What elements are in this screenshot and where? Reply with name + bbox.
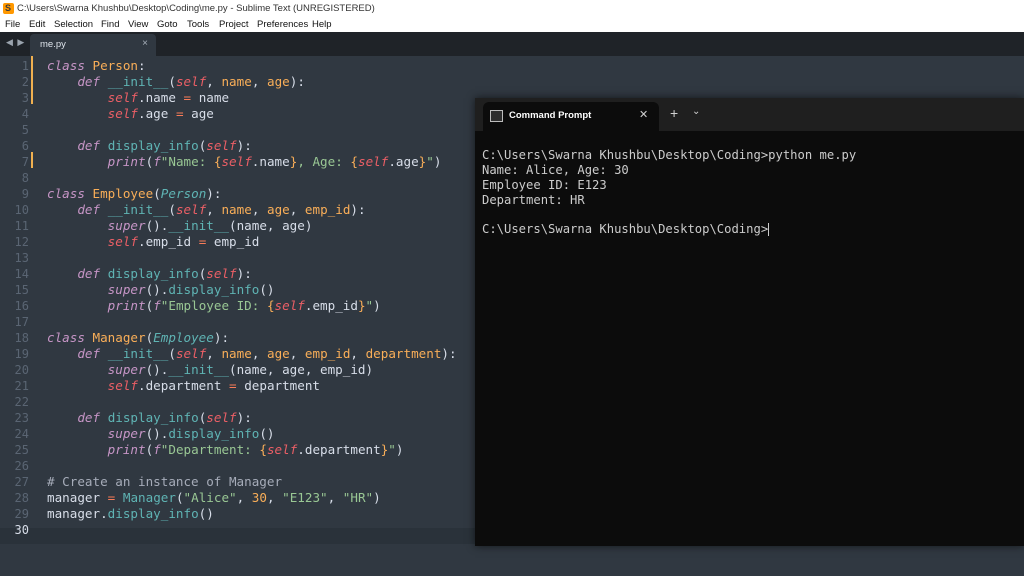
window-title-bar: C:\Users\Swarna Khushbu\Desktop\Coding\m… [0,0,1024,17]
tab-nav-arrows-icon[interactable]: ◀ ▶ [6,37,25,48]
line-number: 6 [21,139,29,153]
code-line[interactable]: super().__init__(name, age, emp_id) [47,362,373,378]
line-number: 9 [21,187,29,201]
line-number-gutter: 1 2 3 4 5 6 7 8 9 10 11 12 13 14 15 16 1… [0,56,38,576]
line-number: 17 [14,315,29,329]
code-line[interactable]: # Create an instance of Manager [47,474,282,490]
line-number: 24 [14,427,29,441]
line-number: 12 [14,235,29,249]
line-number: 21 [14,379,29,393]
menu-project[interactable]: Project [219,17,249,32]
code-line[interactable]: def display_info(self): [47,138,251,154]
line-number: 8 [21,171,29,185]
line-number: 14 [14,267,29,281]
code-line[interactable]: self.emp_id = emp_id [47,234,260,250]
terminal-output-line: C:\Users\Swarna Khushbu\Desktop\Coding>p… [482,148,857,162]
line-number: 19 [14,347,29,361]
tab-bar: ◀ ▶ me.py × [0,32,1024,56]
code-line[interactable]: self.age = age [47,106,214,122]
menu-file[interactable]: File [5,17,20,32]
line-number: 26 [14,459,29,473]
line-number: 25 [14,443,29,457]
menu-view[interactable]: View [128,17,148,32]
code-line[interactable]: def __init__(self, name, age, emp_id): [47,202,365,218]
line-number: 13 [14,251,29,265]
close-icon[interactable]: ✕ [639,108,648,121]
code-line[interactable]: manager = Manager("Alice", 30, "E123", "… [47,490,381,506]
text-cursor [768,223,770,236]
modified-line-marker [31,56,33,104]
line-number: 29 [14,507,29,521]
menu-edit[interactable]: Edit [29,17,45,32]
terminal-prompt: C:\Users\Swarna Khushbu\Desktop\Coding> [482,222,769,236]
code-line[interactable]: manager.display_info() [47,506,214,522]
menu-goto[interactable]: Goto [157,17,178,32]
line-number: 1 [21,59,29,73]
code-editor[interactable]: class Person: def __init__(self, name, a… [47,56,487,576]
code-line[interactable]: super().display_info() [47,282,275,298]
terminal-tab-title: Command Prompt [509,110,592,121]
line-number: 28 [14,491,29,505]
code-line[interactable]: def __init__(self, name, age, emp_id, de… [47,346,456,362]
line-number-active: 30 [14,523,29,537]
code-line[interactable]: class Employee(Person): [47,186,221,202]
window-title: C:\Users\Swarna Khushbu\Desktop\Coding\m… [17,3,375,14]
code-line[interactable]: super().__init__(name, age) [47,218,313,234]
sublime-app-icon [3,0,14,17]
code-line[interactable]: self.department = department [47,378,320,394]
line-number: 5 [21,123,29,137]
terminal-tab[interactable]: Command Prompt ✕ [483,102,659,131]
code-line[interactable]: def __init__(self, name, age): [47,74,305,90]
menu-tools[interactable]: Tools [187,17,209,32]
terminal-output-line: Employee ID: E123 [482,178,607,192]
menu-selection[interactable]: Selection [54,17,93,32]
line-number: 22 [14,395,29,409]
chevron-down-icon[interactable]: ⌄ [692,106,700,117]
tab-me-py[interactable]: me.py × [30,34,156,56]
line-number: 27 [14,475,29,489]
command-prompt-window[interactable]: Command Prompt ✕ + ⌄ C:\Users\Swarna Khu… [475,98,1024,546]
menu-bar: File Edit Selection Find View Goto Tools… [0,17,1024,32]
tab-close-icon[interactable]: × [142,38,148,49]
code-line[interactable]: super().display_info() [47,426,275,442]
line-number: 20 [14,363,29,377]
line-number: 3 [21,91,29,105]
line-number: 2 [21,75,29,89]
terminal-output-line: Name: Alice, Age: 30 [482,163,629,177]
terminal-tab-strip: Command Prompt ✕ + ⌄ [475,98,1024,131]
code-line[interactable]: def display_info(self): [47,266,251,282]
terminal-prompt-line[interactable]: C:\Users\Swarna Khushbu\Desktop\Coding> [482,222,1012,237]
new-tab-icon[interactable]: + [670,105,678,121]
line-number: 7 [21,155,29,169]
line-number: 11 [14,219,29,233]
code-line[interactable]: print(f"Name: {self.name}, Age: {self.ag… [47,154,442,170]
code-line[interactable]: def display_info(self): [47,410,251,426]
terminal-output-line: Department: HR [482,193,585,207]
line-number: 16 [14,299,29,313]
line-number: 23 [14,411,29,425]
menu-help[interactable]: Help [312,17,332,32]
line-number: 10 [14,203,29,217]
line-number: 4 [21,107,29,121]
code-line[interactable]: self.name = name [47,90,229,106]
tab-label: me.py [40,39,66,50]
line-number: 18 [14,331,29,345]
modified-line-marker [31,152,33,168]
code-line[interactable]: print(f"Department: {self.department}") [47,442,404,458]
code-line[interactable]: class Manager(Employee): [47,330,229,346]
terminal-icon [490,110,503,122]
menu-find[interactable]: Find [101,17,119,32]
code-line[interactable]: print(f"Employee ID: {self.emp_id}") [47,298,381,314]
line-number: 15 [14,283,29,297]
menu-preferences[interactable]: Preferences [257,17,308,32]
code-line[interactable]: class Person: [47,58,146,74]
